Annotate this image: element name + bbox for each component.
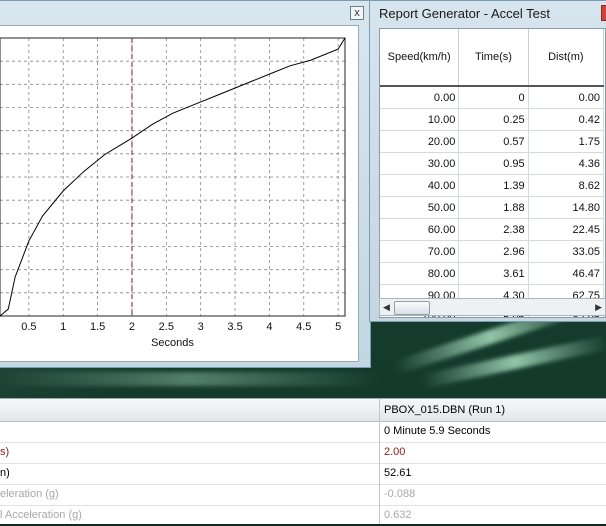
cell-dist: 22.45	[528, 218, 605, 241]
row-label: eleration (g)	[0, 488, 59, 500]
column-header-speed[interactable]: Speed(km/h)	[380, 29, 460, 87]
cell-time: 3.61	[458, 262, 529, 285]
cell-time: 0.25	[458, 108, 529, 131]
scroll-left-icon[interactable]: ◀	[383, 302, 390, 313]
cell-dist: 14.80	[528, 196, 605, 219]
x-tick-label: 1	[60, 321, 66, 333]
plot-panel: 0.5 1 1.5 2 2.5 3 3.5 4 4.5 5 Seconds	[0, 25, 359, 362]
x-tick-label: 3	[198, 321, 204, 333]
table-row[interactable]: 60.00 2.38 22.45	[380, 218, 605, 241]
speed-time-chart: 0.5 1 1.5 2 2.5 3 3.5 4 4.5 5 Seconds	[0, 37, 346, 349]
table-row: s) 2.00	[0, 442, 606, 464]
table-row: 0 Minute 5.9 Seconds	[0, 421, 606, 443]
row-label: n)	[0, 467, 10, 479]
column-header-dist[interactable]: Dist(m)	[528, 29, 605, 87]
x-tick-label: 3.5	[227, 321, 242, 333]
results-table: PBOX_015.DBN (Run 1) 0 Minute 5.9 Second…	[0, 398, 606, 524]
row-label: l Acceleration (g)	[0, 509, 82, 521]
row-label: s)	[0, 446, 10, 458]
row-value: 52.61	[384, 467, 412, 479]
cell-speed: 30.00	[380, 152, 460, 175]
cell-speed: 10.00	[380, 108, 460, 131]
row-value: 0 Minute 5.9 Seconds	[384, 425, 491, 437]
wallpaper-streak	[0, 372, 380, 386]
accel-table: Speed(km/h) Time(s) Dist(m) 0.00 0 0.00 10.…	[380, 29, 605, 317]
cell-time: 0.95	[458, 152, 529, 175]
cell-speed: 60.00	[380, 218, 460, 241]
cell-dist: 4.36	[528, 152, 605, 175]
plot-frame	[0, 37, 346, 317]
close-icon[interactable]: x	[350, 6, 364, 20]
report-generator-window: Report Generator - Accel Test Speed(km/h…	[369, 0, 606, 322]
x-tick-label: 4	[266, 321, 272, 333]
cell-dist: 0.00	[528, 86, 605, 109]
cell-time: 2.96	[458, 240, 529, 263]
cell-speed: 50.00	[380, 196, 460, 219]
results-header: PBOX_015.DBN (Run 1)	[0, 399, 606, 422]
x-tick-label: 4.5	[296, 321, 311, 333]
scrollbar-thumb[interactable]	[394, 301, 430, 315]
cell-dist: 33.05	[528, 240, 605, 263]
x-axis-label: Seconds	[151, 337, 194, 349]
row-value: 0.632	[384, 509, 412, 521]
x-tick-label: 5	[335, 321, 341, 333]
scroll-right-icon[interactable]: ▶	[595, 302, 602, 313]
row-value: -0.088	[384, 488, 416, 500]
x-tick-label: 2.5	[159, 321, 174, 333]
cell-dist: 0.42	[528, 108, 605, 131]
table-row[interactable]: 70.00 2.96 33.05	[380, 240, 605, 263]
table-row: eleration (g) -0.088	[0, 484, 606, 506]
cell-time: 1.88	[458, 196, 529, 219]
close-button[interactable]	[601, 5, 606, 21]
cell-time: 1.39	[458, 174, 529, 197]
window-title: Report Generator - Accel Test	[379, 6, 551, 21]
table-row[interactable]: 0.00 0 0.00	[380, 86, 605, 109]
accel-table-container: Speed(km/h) Time(s) Dist(m) 0.00 0 0.00 10.…	[379, 28, 606, 318]
cell-time: 0.57	[458, 130, 529, 153]
table-header-row: Speed(km/h) Time(s) Dist(m)	[380, 29, 605, 87]
table-row[interactable]: 30.00 0.95 4.36	[380, 152, 605, 175]
graph-window: x 0.5 1 1.5 2 2.5 3 3.5 4 4.5 5 Seconds	[0, 0, 371, 368]
table-row: n) 52.61	[0, 463, 606, 485]
table-row[interactable]: 80.00 3.61 46.47	[380, 262, 605, 285]
run-file-label: PBOX_015.DBN (Run 1)	[384, 404, 506, 416]
x-tick-label: 0.5	[21, 321, 36, 333]
cell-dist: 1.75	[528, 130, 605, 153]
cell-dist: 8.62	[528, 174, 605, 197]
table-row[interactable]: 10.00 0.25 0.42	[380, 108, 605, 131]
cell-speed: 70.00	[380, 240, 460, 263]
cell-time: 2.38	[458, 218, 529, 241]
row-value: 2.00	[384, 446, 406, 458]
cell-speed: 80.00	[380, 262, 460, 285]
cell-dist: 46.47	[528, 262, 605, 285]
table-row[interactable]: 50.00 1.88 14.80	[380, 196, 605, 219]
cell-speed: 40.00	[380, 174, 460, 197]
horizontal-scrollbar[interactable]: ◀ ▶	[379, 298, 606, 316]
table-row[interactable]: 20.00 0.57 1.75	[380, 130, 605, 153]
cell-speed: 0.00	[380, 86, 460, 109]
column-divider	[379, 399, 380, 524]
series-line	[0, 37, 346, 317]
cell-time: 0	[458, 86, 529, 109]
column-header-time[interactable]: Time(s)	[458, 29, 529, 87]
cell-speed: 20.00	[380, 130, 460, 153]
table-row[interactable]: 40.00 1.39 8.62	[380, 174, 605, 197]
x-tick-label: 1.5	[90, 321, 105, 333]
x-tick-label: 2	[129, 321, 135, 333]
